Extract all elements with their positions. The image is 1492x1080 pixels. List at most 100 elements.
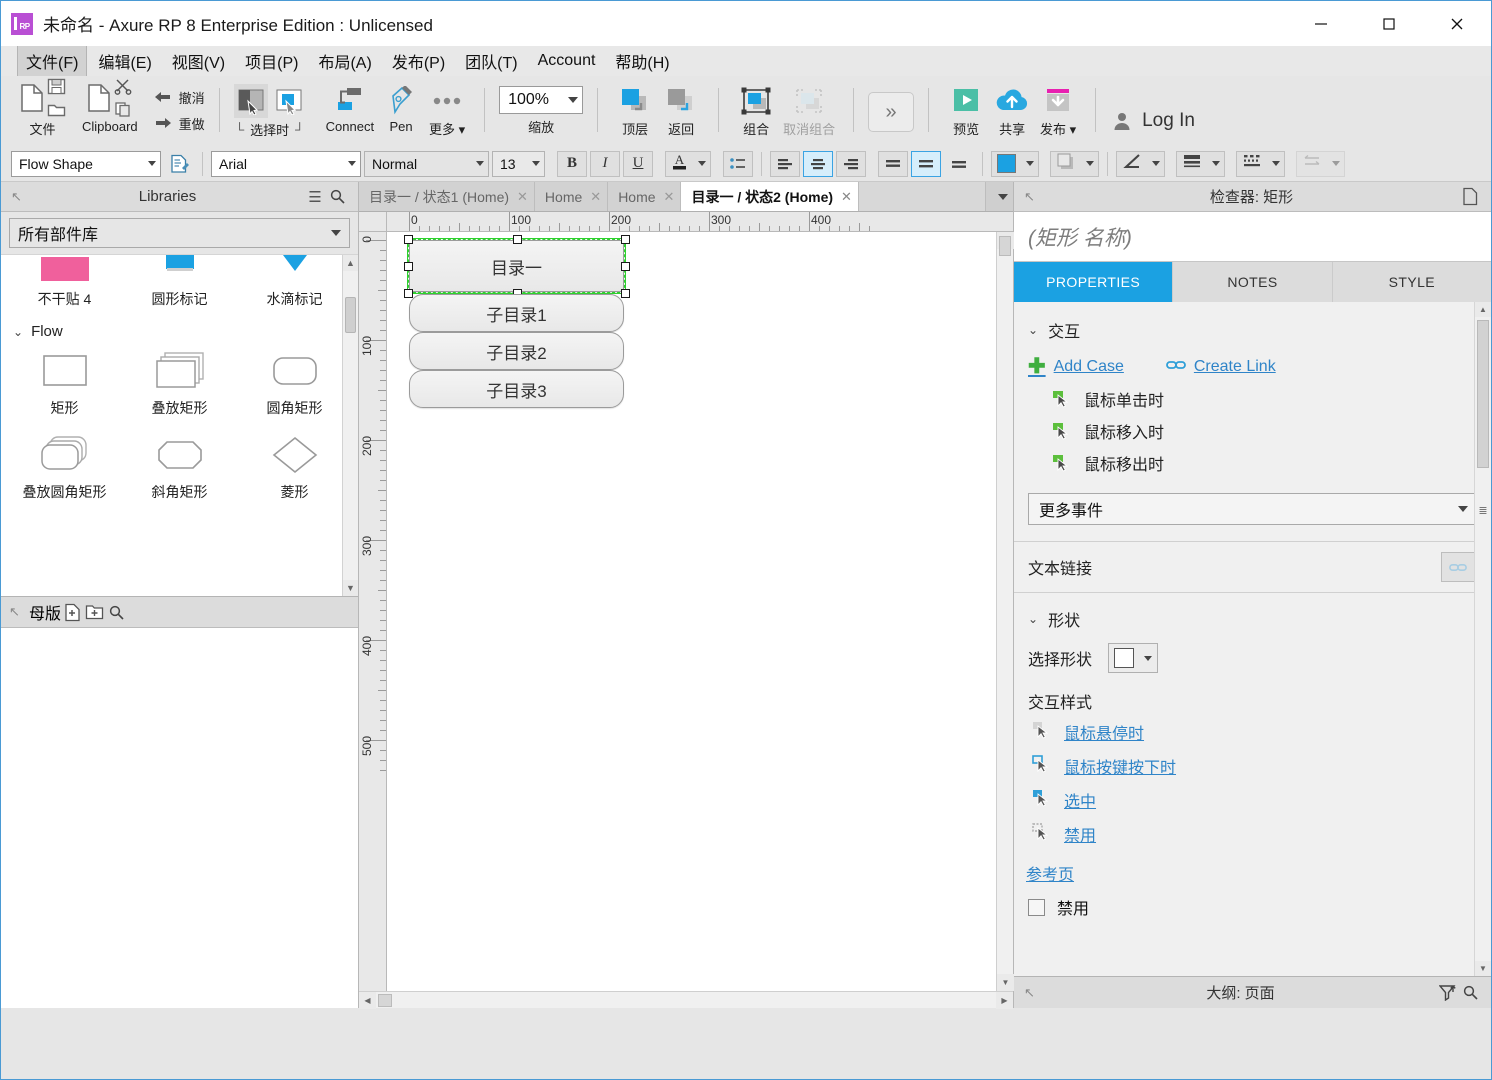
italic-button[interactable]: I — [590, 150, 620, 177]
hover-state-label[interactable]: 鼠标悬停时 — [1064, 720, 1144, 744]
reference-page-link[interactable]: 参考页 — [1026, 867, 1074, 884]
event-row-click[interactable]: 鼠标单击时 — [1014, 383, 1491, 415]
align-left-button[interactable] — [770, 150, 800, 177]
libraries-scrollbar[interactable]: ▲ ▼ — [342, 255, 358, 596]
resize-handle[interactable] — [621, 262, 630, 271]
style-state-selected[interactable]: 选中 — [1014, 783, 1491, 817]
mousedown-state-label[interactable]: 鼠标按键按下时 — [1064, 754, 1176, 778]
horizontal-ruler[interactable]: 0 100 200 300 400 — [387, 212, 1013, 232]
valign-top-button[interactable] — [878, 150, 908, 177]
libraries-search-icon[interactable] — [326, 186, 348, 208]
paste-icon[interactable] — [86, 83, 112, 118]
design-canvas[interactable]: 目录一 子目录1 子目录2 子目录3 — [387, 232, 996, 991]
fill-color-button[interactable] — [991, 150, 1039, 177]
scroll-right-icon[interactable]: ▶ — [996, 991, 1013, 1009]
event-row-mouseenter[interactable]: 鼠标移入时 — [1014, 415, 1491, 447]
library-select[interactable]: 所有部件库 — [9, 218, 350, 248]
event-row-mouseleave[interactable]: 鼠标移出时 — [1014, 447, 1491, 479]
save-icon[interactable] — [47, 78, 66, 100]
scrollbar-thumb[interactable] — [999, 236, 1011, 256]
resize-handle[interactable] — [404, 235, 413, 244]
zoom-select[interactable]: 100% — [499, 86, 584, 114]
close-icon[interactable]: ✕ — [517, 189, 528, 205]
canvas-tab-0[interactable]: 目录一 / 状态1 (Home) ✕ — [359, 182, 535, 211]
menu-file[interactable]: 文件(F) — [17, 45, 88, 77]
cut-scissors-icon[interactable] — [114, 78, 133, 100]
tab-notes[interactable]: NOTES — [1173, 262, 1333, 302]
canvas-shape[interactable]: 目录一 — [409, 240, 624, 292]
collapse-panel-icon[interactable]: ↖ — [1024, 189, 1044, 205]
vertical-ruler[interactable]: 0 100 200 300 400 500 — [359, 232, 387, 991]
library-item-circle-marker[interactable]: 圆形标记 — [122, 255, 237, 313]
ungroup-button[interactable]: 取消组合 — [779, 82, 839, 140]
section-shape[interactable]: ⌄ 形状 — [1014, 593, 1491, 637]
disable-checkbox-row[interactable]: 禁用 — [1014, 889, 1491, 925]
masters-search-icon[interactable] — [105, 601, 127, 623]
outline-search-icon[interactable] — [1459, 982, 1481, 1004]
scroll-down-icon[interactable]: ▼ — [1475, 961, 1491, 976]
tab-properties[interactable]: PROPERTIES — [1014, 262, 1174, 302]
scroll-left-icon[interactable]: ◀ — [359, 991, 376, 1009]
style-state-mousedown[interactable]: 鼠标按键按下时 — [1014, 749, 1491, 783]
inspector-scrollbar[interactable]: ▲ ≣ ▼ — [1474, 302, 1491, 976]
preview-button[interactable]: 预览 — [943, 82, 989, 140]
close-icon[interactable]: ✕ — [841, 189, 852, 205]
scroll-up-icon[interactable]: ▲ — [1475, 302, 1491, 317]
valign-middle-button[interactable] — [911, 150, 941, 177]
font-family-select[interactable]: Arial — [211, 150, 361, 177]
menu-layout[interactable]: 布局(A) — [309, 45, 380, 77]
bring-front-button[interactable]: 顶层 — [612, 82, 658, 140]
share-button[interactable]: 共享 — [989, 82, 1035, 140]
resize-handle[interactable] — [621, 289, 630, 298]
toolbar-overflow-button[interactable]: » — [868, 92, 915, 132]
scroll-up-icon[interactable]: ▲ — [343, 255, 358, 271]
close-icon[interactable]: ✕ — [664, 189, 675, 205]
library-item-diamond[interactable]: 菱形 — [237, 426, 352, 506]
widget-style-select[interactable]: Flow Shape — [11, 150, 161, 177]
line-style-button[interactable] — [1116, 150, 1165, 177]
canvas-shape[interactable]: 子目录3 — [409, 370, 624, 408]
group-button[interactable]: 组合 — [733, 82, 779, 140]
canvas-horizontal-scrollbar[interactable]: ◀ ▶ — [359, 991, 1013, 1009]
close-icon[interactable] — [1423, 1, 1491, 46]
add-folder-icon[interactable] — [83, 601, 105, 623]
library-item-stacked-round-rect[interactable]: 叠放圆角矩形 — [7, 426, 122, 506]
create-link-button[interactable]: Create Link — [1165, 358, 1276, 376]
masters-panel-body[interactable] — [1, 628, 358, 1008]
border-pattern-button[interactable] — [1236, 150, 1285, 177]
menu-account[interactable]: Account — [529, 48, 605, 74]
resize-handle[interactable] — [404, 289, 413, 298]
arrow-style-button[interactable] — [1296, 150, 1345, 177]
library-item-sticky4[interactable]: 不干贴 4 — [7, 255, 122, 313]
redo-button[interactable]: 重做 — [154, 113, 205, 133]
font-weight-select[interactable]: Normal — [364, 150, 489, 177]
align-center-button[interactable] — [803, 150, 833, 177]
resize-handle[interactable] — [512, 235, 522, 244]
page-icon[interactable] — [1459, 186, 1481, 208]
select-touching-icon[interactable] — [272, 84, 306, 118]
canvas-tab-3[interactable]: 目录一 / 状态2 (Home) ✕ — [681, 182, 859, 211]
library-item-rect[interactable]: 矩形 — [7, 342, 122, 422]
library-item-drop-marker[interactable]: 水滴标记 — [237, 255, 352, 313]
style-manager-icon[interactable] — [164, 151, 194, 177]
scrollbar-thumb[interactable] — [345, 297, 356, 333]
menu-project[interactable]: 项目(P) — [236, 45, 307, 77]
connect-button[interactable]: Connect — [322, 82, 378, 136]
menu-help[interactable]: 帮助(H) — [606, 45, 678, 77]
select-contained-icon[interactable] — [233, 84, 268, 118]
collapse-panel-icon[interactable]: ↖ — [1024, 985, 1044, 1001]
canvas-tab-2[interactable]: Home ✕ — [608, 182, 682, 211]
font-size-select[interactable]: 13 — [492, 150, 545, 177]
filter-icon[interactable] — [1437, 982, 1459, 1004]
send-back-button[interactable]: 返回 — [658, 82, 704, 140]
disabled-state-label[interactable]: 禁用 — [1064, 822, 1096, 846]
library-item-stacked-rect[interactable]: 叠放矩形 — [122, 342, 237, 422]
underline-button[interactable]: U — [623, 150, 653, 177]
collapse-panel-icon[interactable]: ↖ — [9, 604, 29, 620]
section-interaction[interactable]: ⌄ 交互 — [1014, 312, 1491, 348]
libraries-menu-icon[interactable]: ☰ — [304, 186, 326, 208]
library-section-flow[interactable]: ⌄ Flow — [7, 313, 352, 342]
text-link-button[interactable] — [1441, 552, 1475, 582]
disable-checkbox[interactable] — [1028, 898, 1045, 916]
login-button[interactable]: Log In — [1112, 78, 1195, 146]
